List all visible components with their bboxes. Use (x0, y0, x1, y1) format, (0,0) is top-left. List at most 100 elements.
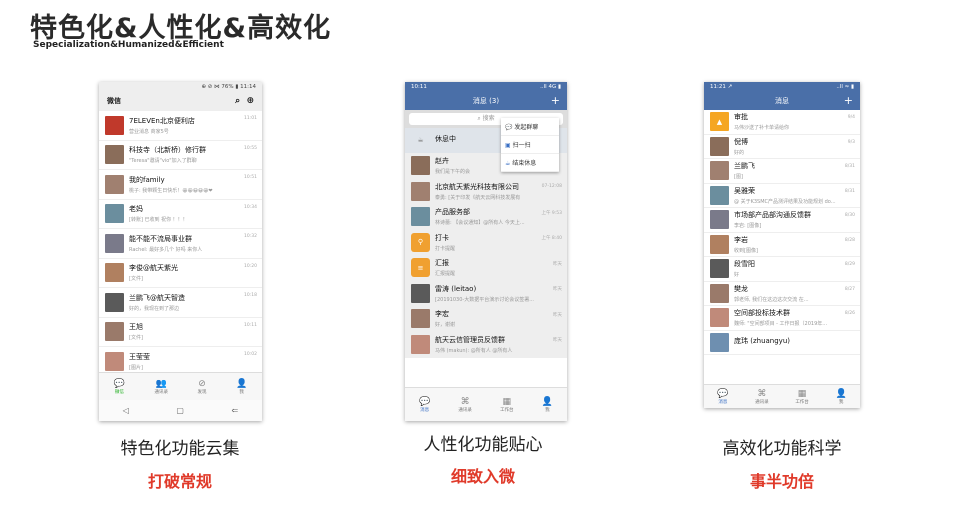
wechat-phone-screenshot: ⊕ ⊘ ⋈ 76% ▮ 11:14 微信 ⌕ ⊕ 7ELEVEn北京便利店 营业消… (99, 82, 262, 421)
tab-item[interactable]: 👤 我 (236, 379, 247, 395)
tab-item[interactable]: 👥 通讯录 (154, 379, 168, 395)
chat-row[interactable]: 庞玮 (zhuangyu) (704, 331, 860, 355)
avatar (105, 145, 124, 165)
chat-name: 汇报 (435, 259, 449, 268)
add-icon[interactable]: + (551, 94, 560, 107)
profile-icon: 👤 (541, 396, 553, 407)
chat-row[interactable]: 航天云信管理员反馈群 马伟 (makun): @所有人 @所有人 昨天 (405, 332, 567, 358)
chat-row[interactable]: 段雪阳好 8/29 (704, 257, 860, 282)
ios-message-phone-screenshot: 11:21 ↗ ..ll ≈ ▮ 消息 + ▲ 审批 马伟沙送了补卡单请给你 9/4 倪博… (704, 82, 860, 408)
avatar: ≡ (411, 258, 430, 278)
chat-row[interactable]: 李宏 好，谢谢 昨天 (405, 307, 567, 332)
chat-row[interactable]: 樊龙 郭老师, 我们在这边这次交流 在... 8/27 (704, 282, 860, 306)
chat-row[interactable]: 兰鹏飞 [图] 8/31 (704, 159, 860, 184)
chat-row[interactable]: 空间部投标技术群 魏师: "空间部项目 - 工作日报（2019年... 8/26 (704, 306, 860, 331)
chat-row[interactable]: 老妈 [转账] 已收到 祝你 ！！！ 10:34 (99, 200, 262, 229)
tab-label: 通讯录 (458, 407, 472, 413)
caption-2: 人性化功能贴心 (423, 435, 543, 455)
tab-label: 消息 (420, 407, 430, 413)
chat-text: 市场部产品部沟通反馈群 李岩: [图像] (734, 210, 860, 229)
popup-menu-label: 发起群聊 (514, 124, 539, 131)
chat-name: 兰鹏飞@航天智造 (129, 293, 185, 302)
avatar (411, 334, 430, 354)
contacts-icon: 👥 (155, 378, 167, 389)
popup-menu-label: 扫一扫 (512, 142, 531, 149)
avatar (710, 308, 729, 328)
chat-name: 李宏 (435, 310, 449, 319)
chat-name: 我的family (129, 175, 165, 184)
avatar (411, 207, 430, 227)
chat-row[interactable]: ⚲ 打卡 打卡提醒 上午 8:40 (405, 230, 567, 256)
chat-row[interactable]: ▲ 审批 马伟沙送了补卡单请给你 9/4 (704, 110, 860, 135)
chat-row[interactable]: 李俊@航天紫光 [文件] 10:20 (99, 259, 262, 288)
chat-text: 汇报 汇报提醒 (435, 258, 567, 277)
avatar (710, 185, 729, 205)
chat-text: 李俊@航天紫光 [文件] (129, 263, 262, 282)
avatar: ☕ (417, 136, 424, 145)
chat-preview: [文件] (129, 276, 143, 283)
tab-label: 微信 (114, 389, 124, 395)
chat-row[interactable]: 倪博 好的 9/3 (704, 135, 860, 159)
chat-row[interactable]: 产品服务部 林诗蕾: 【会议通知】@所有人 今天上... 上午 9:53 (405, 205, 567, 230)
chat-row[interactable]: 市场部产品部沟通反馈群 李岩: [图像] 8/30 (704, 208, 860, 233)
chat-text: 老妈 [转账] 已收到 祝你 ！！！ (129, 204, 262, 223)
chat-row[interactable]: 吴雅荣 @ 关于K3SMC产品测评结果及功能规划 do... 8/31 (704, 184, 860, 208)
chat-preview: 马伟沙送了补卡单请给你 (734, 125, 790, 132)
chat-time: 8/31 (844, 188, 855, 194)
tab-item[interactable]: 👤 我 (835, 389, 846, 405)
chat-text: 吴雅荣 @ 关于K3SMC产品测评结果及功能规划 do... (734, 186, 860, 205)
chat-row[interactable]: 王旭 [文件] 10:11 (99, 318, 262, 347)
chat-time: 10:11 (244, 322, 257, 328)
chat-row[interactable]: 我的family 桃子: 我带颗生日快乐！😀😀😀😀😀❤ 10:51 (99, 170, 262, 200)
profile-icon: 👤 (236, 378, 248, 389)
recent-icon[interactable]: ⇐ (232, 406, 239, 415)
avatar (411, 283, 430, 303)
tab-item[interactable]: ⌘ 通讯录 (458, 397, 472, 413)
chat-row[interactable]: 能不能不流局事业群 Rachel: 最好多几个 好吗 来你人 10:32 (99, 229, 262, 259)
tab-label: 发现 (197, 389, 207, 395)
chat-text: 7ELEVEn北京便利店 营业消息 商家5号 (129, 116, 262, 135)
chat-row[interactable]: 兰鹏飞@航天智造 好的，我现在到了那边 10:18 (99, 288, 262, 318)
chat-time: 10:20 (244, 263, 257, 269)
chat-row[interactable]: 雷涛 (leitao) [20191030-大数据平台演示讨论会议签署... 昨天 (405, 281, 567, 307)
chat-row[interactable]: 李岩 收到[图像] 8/28 (704, 233, 860, 257)
tab-item[interactable]: 💬 微信 (114, 379, 125, 395)
chat-time: 10:32 (244, 234, 257, 239)
add-icon[interactable]: ⊕ (246, 96, 254, 106)
tab-label: 消息 (718, 399, 728, 405)
chat-name: 科技寺（北新桥）修行群 (129, 146, 206, 155)
group-chat-icon: 💬 (505, 124, 515, 131)
popup-menu-item[interactable]: 💬 发起群聊 (501, 118, 559, 136)
avatar (411, 156, 430, 176)
chat-preview: 马伟 (makun): @所有人 @所有人 (435, 347, 513, 354)
tab-item[interactable]: 💬 消息 (717, 389, 728, 405)
chat-time: 昨天 (553, 261, 562, 267)
chat-row[interactable]: ≡ 汇报 汇报提醒 昨天 (405, 256, 567, 281)
add-icon[interactable]: + (844, 94, 853, 107)
chat-list: 7ELEVEn北京便利店 营业消息 商家5号 11:01 科技寺（北新桥）修行群 "Te… (99, 111, 262, 377)
tab-item[interactable]: ⊘ 发现 (198, 379, 207, 395)
chat-time: 11:01 (244, 116, 257, 121)
popup-menu-item[interactable]: ☕ 结束休息 (501, 154, 559, 172)
chat-text: 庞玮 (zhuangyu) (734, 336, 860, 348)
tab-item[interactable]: 💬 消息 (419, 397, 430, 413)
chat-preview: 好的，我现在到了那边 (129, 305, 180, 312)
highlight-2: 细致入微 (450, 467, 515, 486)
back-icon[interactable]: ◁ (123, 406, 129, 415)
chat-time: 昨天 (553, 312, 562, 318)
chat-preview: 营业消息 商家5号 (129, 128, 169, 135)
popup-menu-item[interactable]: ▣ 扫一扫 (501, 136, 559, 154)
tab-item[interactable]: ▦ 工作台 (500, 397, 514, 413)
chat-text: 我的family 桃子: 我带颗生日快乐！😀😀😀😀😀❤ (129, 175, 262, 194)
chat-name: 市场部产品部沟通反馈群 (734, 211, 811, 220)
chat-row[interactable]: 北京航天紫光科技有限公司 泰勇: [关于印发《航天云网科技发展有 07-12:08 (405, 179, 567, 205)
tab-item[interactable]: ⌘ 通讯录 (755, 389, 769, 405)
home-icon[interactable]: ▢ (176, 406, 184, 415)
chat-row[interactable]: 科技寺（北新桥）修行群 "Teresa"邀请"vio"加入了群聊 10:55 (99, 141, 262, 170)
search-icon[interactable]: ⌕ (235, 96, 240, 106)
tab-item[interactable]: ▦ 工作台 (795, 389, 809, 405)
app-header: 消息 (3) + (405, 91, 567, 110)
status-bar: ⊕ ⊘ ⋈ 76% ▮ 11:14 (99, 82, 262, 91)
chat-row[interactable]: 7ELEVEn北京便利店 营业消息 商家5号 11:01 (99, 111, 262, 141)
tab-item[interactable]: 👤 我 (542, 397, 553, 413)
